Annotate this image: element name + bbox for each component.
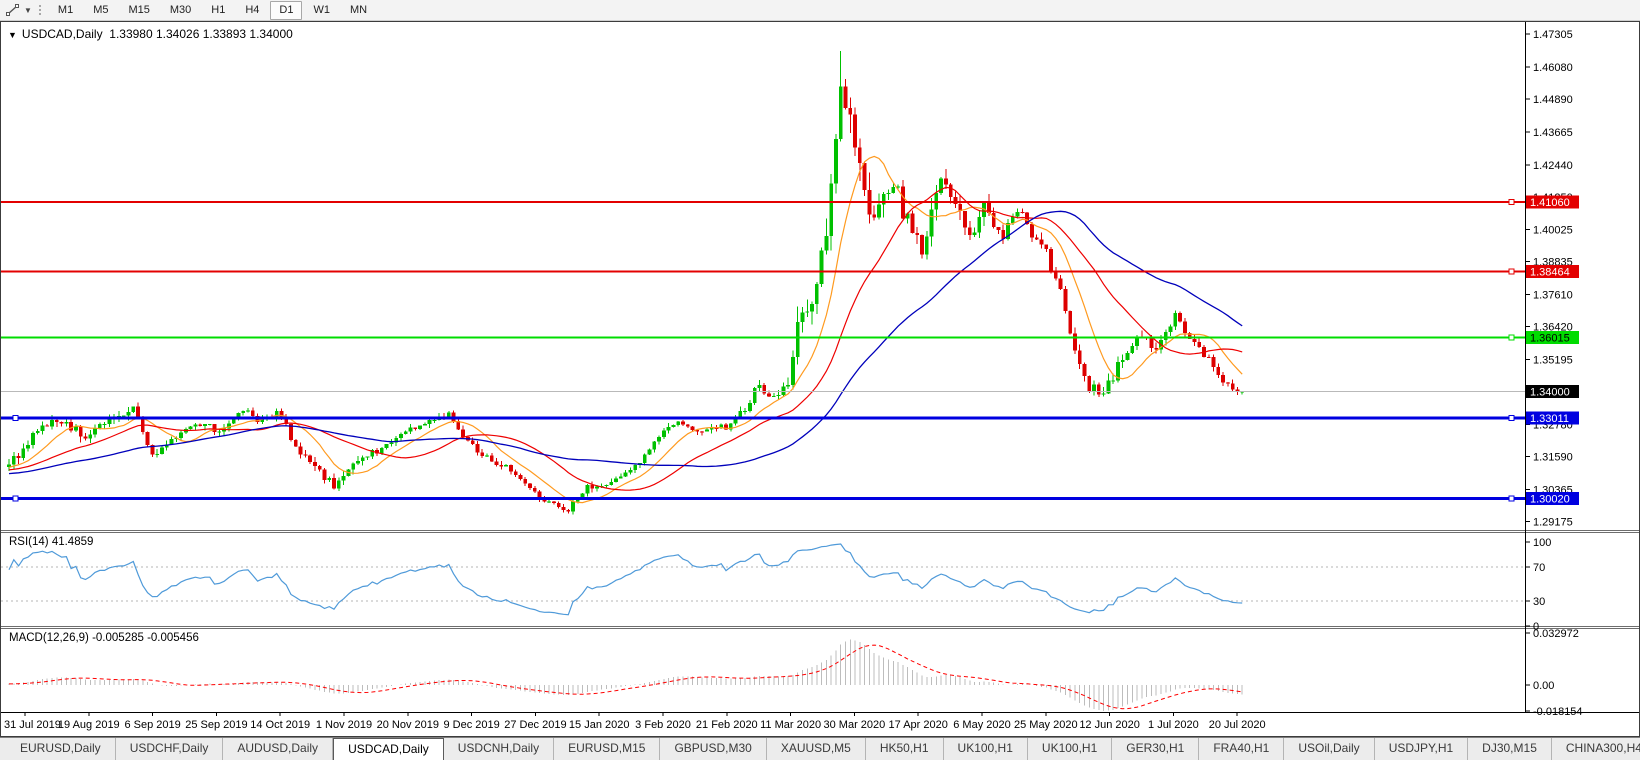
- svg-text:12 Jun 2020: 12 Jun 2020: [1079, 719, 1140, 731]
- timeframe-button-h1[interactable]: H1: [202, 1, 234, 20]
- svg-text:1.46080: 1.46080: [1533, 62, 1573, 74]
- svg-text:0.032972: 0.032972: [1533, 628, 1579, 640]
- toolbar: ▼ M1 M5 M15 M30 H1 H4 D1 W1 MN: [0, 0, 1640, 21]
- tab-uk100-h1[interactable]: UK100,H1: [943, 738, 1028, 760]
- svg-text:17 Apr 2020: 17 Apr 2020: [889, 719, 948, 731]
- svg-text:25 Sep 2019: 25 Sep 2019: [185, 719, 247, 731]
- tab-china300-h4[interactable]: CHINA300,H4: [1551, 738, 1640, 760]
- svg-text:1.40025: 1.40025: [1533, 225, 1573, 237]
- svg-text:1.43665: 1.43665: [1533, 127, 1573, 139]
- svg-text:1.42440: 1.42440: [1533, 160, 1573, 172]
- svg-text:1 Nov 2019: 1 Nov 2019: [316, 719, 372, 731]
- svg-text:20 Nov 2019: 20 Nov 2019: [377, 719, 439, 731]
- timeframe-button-m30[interactable]: M30: [161, 1, 200, 20]
- tab-audusd-daily[interactable]: AUDUSD,Daily: [223, 738, 334, 760]
- tab-dj30-m15[interactable]: DJ30,M15: [1468, 738, 1552, 760]
- svg-text:1.35195: 1.35195: [1533, 355, 1573, 367]
- symbol-marker-icon[interactable]: ▼: [8, 30, 17, 40]
- svg-text:25 May 2020: 25 May 2020: [1014, 719, 1078, 731]
- svg-text:3 Feb 2020: 3 Feb 2020: [635, 719, 691, 731]
- tab-ger30-h1[interactable]: GER30,H1: [1112, 738, 1200, 760]
- chart-symbol-title: ▼ USDCAD,Daily 1.33980 1.34026 1.33893 1.…: [8, 27, 293, 41]
- svg-text:1.41060: 1.41060: [1530, 197, 1570, 209]
- tab-gbpusd-m30[interactable]: GBPUSD,M30: [660, 738, 767, 760]
- svg-text:1.47305: 1.47305: [1533, 29, 1573, 41]
- tab-eurusd-daily[interactable]: EURUSD,Daily: [6, 738, 116, 760]
- svg-text:15 Jan 2020: 15 Jan 2020: [569, 719, 630, 731]
- chart-window: ▼ USDCAD,Daily 1.33980 1.34026 1.33893 1.…: [0, 21, 1640, 737]
- svg-text:1.38464: 1.38464: [1530, 267, 1570, 279]
- chart-ohlc-quote: 1.33980 1.34026 1.33893 1.34000: [109, 27, 293, 41]
- price-chart-canvas[interactable]: 1.473051.460801.448901.436651.424401.412…: [1, 22, 1639, 736]
- tab-usdchf-daily[interactable]: USDCHF,Daily: [115, 738, 224, 760]
- toolbar-grip[interactable]: [37, 3, 42, 17]
- tab-usdcnh-daily[interactable]: USDCNH,Daily: [443, 738, 555, 760]
- timeframe-button-m15[interactable]: M15: [119, 1, 158, 20]
- svg-text:6 May 2020: 6 May 2020: [953, 719, 1010, 731]
- tab-usdjpy-h1[interactable]: USDJPY,H1: [1374, 738, 1469, 760]
- tab-xauusd-m5[interactable]: XAUUSD,M5: [766, 738, 866, 760]
- svg-text:0.00: 0.00: [1533, 680, 1554, 692]
- timeframe-button-h4[interactable]: H4: [236, 1, 268, 20]
- svg-text:31 Jul 2019: 31 Jul 2019: [4, 719, 61, 731]
- tab-usoil-daily[interactable]: USOil,Daily: [1284, 738, 1375, 760]
- timeframe-button-mn[interactable]: MN: [341, 1, 376, 20]
- svg-text:1.31590: 1.31590: [1533, 451, 1573, 463]
- svg-text:1.33011: 1.33011: [1530, 413, 1569, 425]
- line-tool-glyph: [6, 4, 19, 16]
- svg-text:11 Mar 2020: 11 Mar 2020: [760, 719, 821, 731]
- tab-eurusd-m15[interactable]: EURUSD,M15: [554, 738, 661, 760]
- svg-text:1.30020: 1.30020: [1530, 494, 1570, 506]
- svg-text:14 Oct 2019: 14 Oct 2019: [250, 719, 310, 731]
- svg-text:27 Dec 2019: 27 Dec 2019: [504, 719, 566, 731]
- svg-text:30 Mar 2020: 30 Mar 2020: [824, 719, 886, 731]
- svg-text:1.34000: 1.34000: [1530, 387, 1570, 399]
- tool-dropdown-caret-icon[interactable]: ▼: [24, 6, 32, 15]
- macd-label: MACD(12,26,9) -0.005285 -0.005456: [9, 632, 199, 644]
- svg-text:1 Jul 2020: 1 Jul 2020: [1148, 719, 1199, 731]
- tab-usdcad-daily[interactable]: USDCAD,Daily: [333, 738, 444, 760]
- chart-tabs: EURUSD,Daily USDCHF,Daily AUDUSD,Daily USDC…: [6, 738, 1640, 760]
- timeframe-button-w1[interactable]: W1: [304, 1, 339, 20]
- svg-text:19 Aug 2019: 19 Aug 2019: [58, 719, 120, 731]
- timeframe-button-m5[interactable]: M5: [84, 1, 117, 20]
- svg-text:70: 70: [1533, 562, 1545, 574]
- chart-tab-bar: EURUSD,Daily USDCHF,Daily AUDUSD,Daily USDC…: [0, 737, 1640, 760]
- svg-text:30: 30: [1533, 596, 1545, 608]
- svg-text:1.37610: 1.37610: [1533, 290, 1573, 302]
- svg-text:1.44890: 1.44890: [1533, 94, 1573, 106]
- chart-symbol: USDCAD,Daily: [21, 27, 103, 41]
- tab-uk100-h1[interactable]: UK100,H1: [1027, 738, 1113, 760]
- svg-text:100: 100: [1533, 537, 1551, 549]
- svg-text:-0.018154: -0.018154: [1533, 706, 1583, 718]
- svg-text:1.36015: 1.36015: [1530, 333, 1570, 345]
- tab-hk50-h1[interactable]: HK50,H1: [865, 738, 944, 760]
- tab-fra40-h1[interactable]: FRA40,H1: [1199, 738, 1285, 760]
- svg-text:21 Feb 2020: 21 Feb 2020: [696, 719, 758, 731]
- timeframe-buttons: M1 M5 M15 M30 H1 H4 D1 W1 MN: [48, 0, 377, 20]
- svg-text:20 Jul 2020: 20 Jul 2020: [1209, 719, 1266, 731]
- svg-text:6 Sep 2019: 6 Sep 2019: [124, 719, 180, 731]
- rsi-label: RSI(14) 41.4859: [9, 536, 94, 548]
- svg-text:1.29175: 1.29175: [1533, 516, 1573, 528]
- line-tool-icon[interactable]: [2, 2, 24, 19]
- timeframe-button-m1[interactable]: M1: [49, 1, 82, 20]
- timeframe-button-d1[interactable]: D1: [270, 0, 303, 20]
- svg-text:9 Dec 2019: 9 Dec 2019: [443, 719, 499, 731]
